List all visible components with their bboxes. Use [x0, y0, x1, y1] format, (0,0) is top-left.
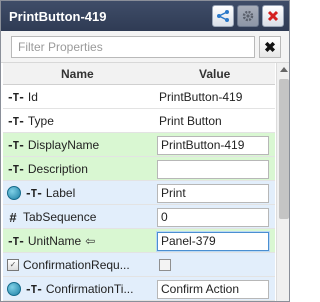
clear-icon: ✖ [264, 38, 276, 55]
scrollbar-thumb[interactable] [279, 79, 289, 219]
share-icon [217, 10, 229, 22]
property-value: PrintButton-419 [159, 90, 243, 104]
clear-filter-button[interactable]: ✖ [259, 36, 281, 58]
property-label: Id [27, 90, 38, 104]
property-label: TabSequence [23, 210, 97, 224]
label-input[interactable] [157, 183, 269, 203]
property-row-displayname[interactable]: -T- DisplayName [3, 133, 275, 157]
properties-window: PrintButton-419 ✖ [0, 0, 290, 302]
title-bar: PrintButton-419 [1, 1, 289, 31]
scroll-up-arrow-icon[interactable] [280, 67, 288, 72]
property-icon: -T- [7, 114, 25, 128]
property-label: Type [27, 114, 54, 128]
settings-button[interactable] [237, 5, 259, 27]
property-row-confirmation-required[interactable]: ✓ ConfirmationRequ... [3, 253, 275, 277]
property-row-confirmation-title[interactable]: -T- ConfirmationTi... [3, 277, 275, 301]
property-row-type[interactable]: -T- Type Print Button [3, 109, 275, 133]
globe-icon [7, 282, 21, 296]
property-label: ConfirmationRequ... [23, 258, 130, 272]
property-icon: -T- [7, 90, 25, 104]
close-button[interactable] [262, 5, 284, 27]
property-row-id[interactable]: -T- Id PrintButton-419 [3, 85, 275, 109]
property-label: ConfirmationTi... [45, 282, 134, 296]
vertical-scrollbar[interactable] [276, 63, 289, 301]
link-arrow-icon: ⇦ [85, 234, 96, 248]
filter-properties-input[interactable] [11, 36, 255, 58]
property-label: Description [27, 162, 88, 176]
window-title: PrintButton-419 [9, 9, 107, 24]
tabsequence-input[interactable] [157, 207, 269, 227]
property-row-label[interactable]: -T- Label [3, 181, 275, 205]
confirmation-icon: ✓ [7, 259, 19, 271]
property-label: Label [45, 186, 76, 200]
property-label: DisplayName [27, 138, 100, 152]
property-grid: Name Value -T- Id PrintButton-419 -T- Type… [3, 63, 275, 301]
hash-icon: # [9, 209, 17, 225]
grid-header: Name Value [3, 63, 275, 85]
description-input[interactable] [157, 159, 269, 179]
globe-icon [7, 186, 21, 200]
property-value: Print Button [159, 114, 222, 128]
property-row-tabsequence[interactable]: # TabSequence [3, 205, 275, 229]
property-icon: -T- [7, 234, 25, 248]
property-icon: -T- [25, 186, 43, 200]
value-column-header: Value [199, 67, 231, 81]
property-row-unitname[interactable]: -T- UnitName ⇦ [3, 229, 275, 253]
name-column-header: Name [61, 67, 94, 81]
property-label: UnitName [27, 234, 82, 248]
property-row-description[interactable]: -T- Description [3, 157, 275, 181]
property-icon: -T- [7, 162, 25, 176]
property-icon: -T- [7, 138, 25, 152]
unitname-input[interactable] [157, 231, 269, 251]
property-icon: -T- [25, 282, 43, 296]
confirmation-title-input[interactable] [157, 279, 269, 299]
filter-bar: ✖ [1, 31, 289, 63]
confirmation-required-checkbox[interactable] [159, 259, 171, 271]
close-icon [267, 10, 279, 22]
share-button[interactable] [212, 5, 234, 27]
gear-icon [242, 10, 254, 22]
displayname-input[interactable] [157, 135, 269, 155]
